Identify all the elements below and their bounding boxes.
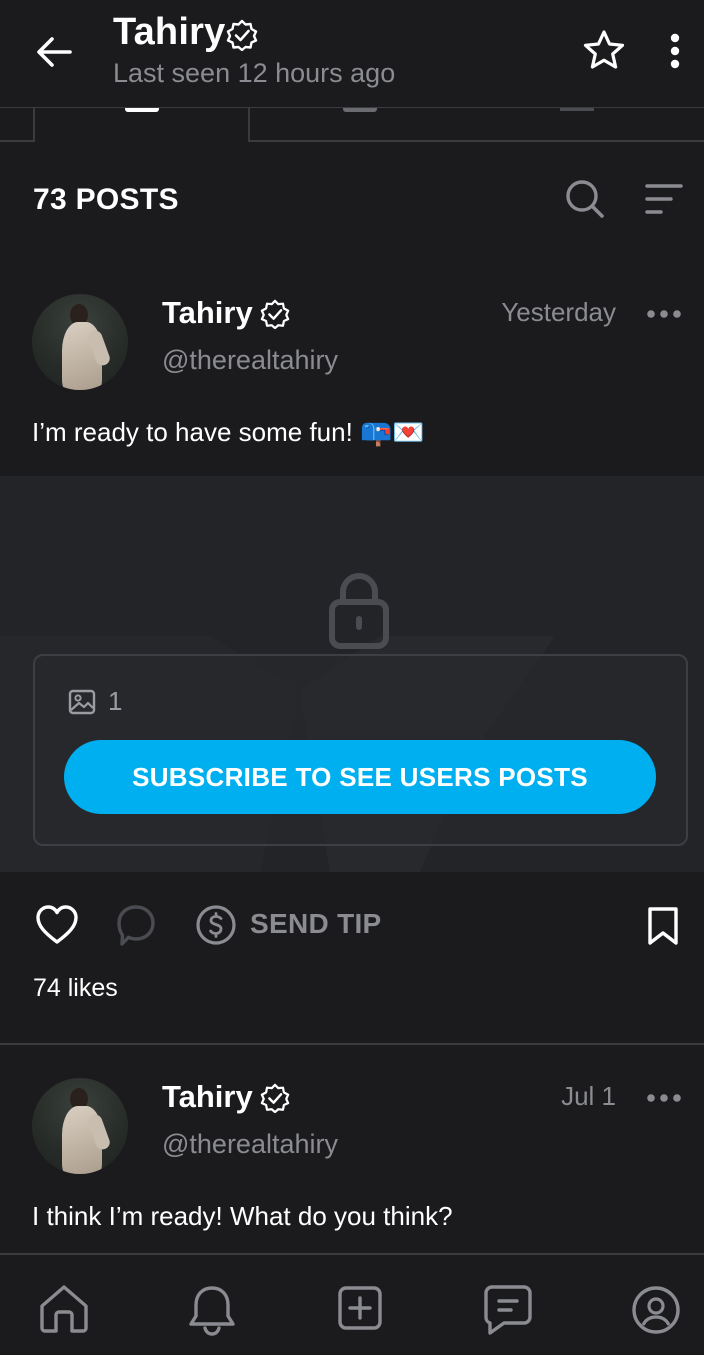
- posts-count: 73 POSTS: [33, 183, 179, 216]
- chat-title: Tahiry: [113, 11, 226, 53]
- more-vertical-icon: [670, 33, 680, 69]
- home-icon: [40, 1285, 88, 1333]
- sort-icon: [645, 184, 683, 214]
- profile-icon: [632, 1286, 680, 1334]
- more-options-button[interactable]: [660, 30, 690, 74]
- post-text: I think I’m ready! What do you think?: [32, 1201, 453, 1231]
- media-count: 1: [108, 686, 123, 716]
- search-posts-button[interactable]: [563, 177, 607, 221]
- like-button[interactable]: [35, 904, 79, 946]
- verified-icon: [226, 19, 258, 51]
- back-button[interactable]: [32, 30, 78, 74]
- post-text: I’m ready to have some fun! 📪💌: [32, 417, 425, 447]
- post-author-name[interactable]: Tahiry: [162, 1079, 253, 1115]
- search-icon: [566, 180, 604, 218]
- bell-icon: [189, 1286, 235, 1336]
- post-author-name[interactable]: Tahiry: [162, 295, 253, 331]
- bookmark-button[interactable]: [645, 905, 681, 947]
- post-options-button[interactable]: [645, 1088, 683, 1108]
- comment-icon: [117, 905, 155, 946]
- nav-profile-button[interactable]: [630, 1283, 682, 1337]
- add-post-icon: [338, 1286, 382, 1330]
- post-author-handle[interactable]: @therealtahiry: [162, 345, 338, 376]
- heart-icon: [36, 905, 78, 944]
- subscribe-button[interactable]: SUBSCRIBE TO SEE USERS POSTS: [64, 740, 656, 814]
- verified-icon: [260, 1083, 290, 1113]
- favorite-button[interactable]: [580, 28, 628, 74]
- more-horizontal-icon: [647, 1094, 681, 1102]
- verified-icon: [260, 299, 290, 329]
- nav-notifications-button[interactable]: [185, 1283, 239, 1339]
- back-arrow-icon: [37, 37, 72, 67]
- post-timestamp: Yesterday: [501, 297, 616, 327]
- send-tip-button[interactable]: SEND TIP: [250, 908, 382, 940]
- post-avatar[interactable]: [32, 1078, 128, 1174]
- sort-posts-button[interactable]: [643, 180, 685, 218]
- post-avatar[interactable]: [32, 294, 128, 390]
- post-divider: [0, 1043, 704, 1045]
- nav-messages-button[interactable]: [482, 1283, 534, 1337]
- nav-home-button[interactable]: [37, 1283, 91, 1335]
- post-timestamp: Jul 1: [561, 1081, 616, 1111]
- post-author-handle[interactable]: @therealtahiry: [162, 1129, 338, 1160]
- likes-count[interactable]: 74 likes: [33, 974, 118, 1003]
- bookmark-icon: [648, 907, 678, 945]
- comment-button[interactable]: [116, 904, 156, 948]
- last-seen-status: Last seen 12 hours ago: [113, 58, 396, 88]
- post-options-button[interactable]: [645, 304, 683, 324]
- image-icon: [68, 688, 96, 716]
- nav-add-post-button[interactable]: [336, 1283, 384, 1333]
- star-icon: [583, 30, 625, 69]
- more-horizontal-icon: [647, 310, 681, 318]
- profile-tab-strip: [0, 108, 704, 142]
- messages-icon: [484, 1285, 532, 1335]
- dollar-icon[interactable]: [195, 904, 237, 946]
- lock-icon: [327, 570, 391, 652]
